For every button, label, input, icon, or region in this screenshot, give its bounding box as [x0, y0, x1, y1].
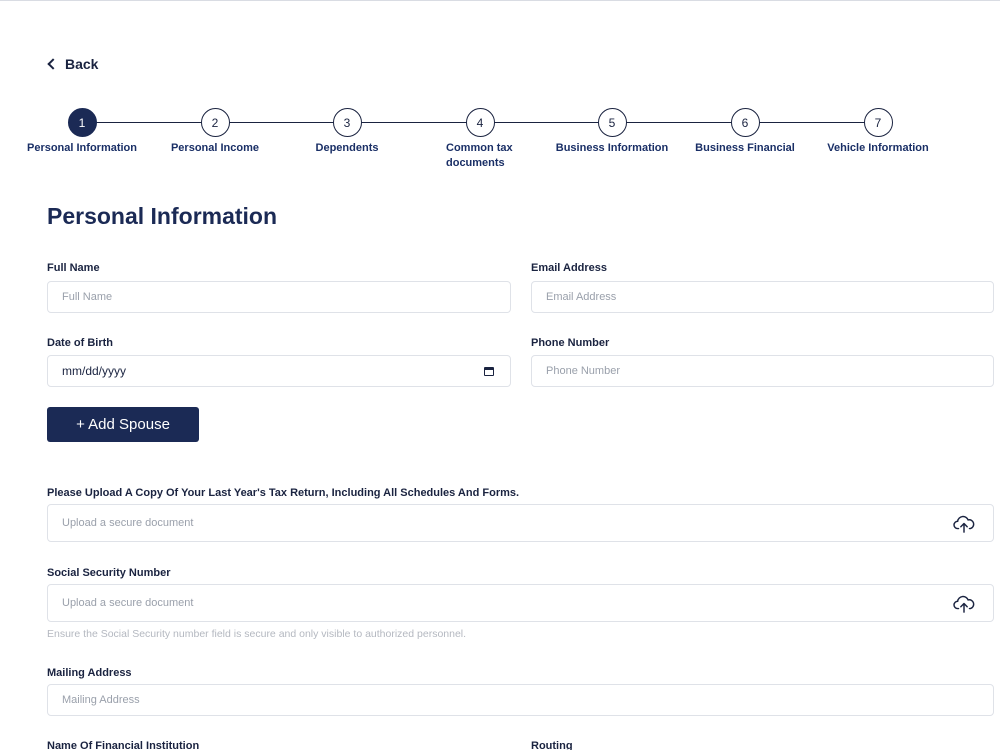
top-divider	[0, 0, 1000, 1]
dob-input[interactable]: mm/dd/yyyy	[47, 355, 511, 387]
routing-label: Routing	[531, 740, 573, 750]
calendar-icon[interactable]	[484, 367, 494, 376]
chevron-left-icon	[47, 58, 59, 70]
page-title: Personal Information	[47, 203, 278, 229]
financial-institution-label: Name Of Financial Institution	[47, 740, 200, 750]
step-label: Business Financial	[695, 142, 795, 154]
ssn-placeholder: Upload a secure document	[62, 597, 194, 609]
step-number: 4	[465, 108, 495, 137]
step-number: 2	[200, 108, 230, 137]
tax-return-upload[interactable]: Upload a secure document	[47, 504, 994, 542]
step-common-tax-documents[interactable]: 4 Common tax documents	[405, 108, 555, 171]
cloud-upload-icon[interactable]	[953, 514, 975, 534]
step-number: 5	[597, 108, 627, 137]
ssn-label: Social Security Number	[47, 567, 171, 579]
cloud-upload-icon[interactable]	[953, 594, 975, 614]
full-name-label: Full Name	[47, 262, 100, 274]
email-label: Email Address	[531, 262, 608, 274]
tax-return-label: Please Upload A Copy Of Your Last Year's…	[47, 487, 520, 499]
step-label: Dependents	[315, 142, 379, 154]
phone-label: Phone Number	[531, 337, 610, 349]
step-label: Common tax documents	[446, 142, 513, 169]
step-number: 6	[730, 108, 760, 137]
step-number: 3	[332, 108, 362, 137]
step-business-information[interactable]: 5 Business Information	[537, 108, 687, 156]
dob-value: mm/dd/yyyy	[62, 364, 127, 378]
add-spouse-button[interactable]: + Add Spouse	[47, 407, 199, 442]
step-label: Business Information	[555, 142, 669, 154]
tax-return-placeholder: Upload a secure document	[62, 517, 194, 529]
email-input[interactable]: Email Address	[531, 281, 994, 313]
mailing-address-label: Mailing Address	[47, 667, 132, 679]
step-personal-income[interactable]: 2 Personal Income	[140, 108, 290, 156]
ssn-hint: Ensure the Social Security number field …	[47, 628, 467, 640]
step-dependents[interactable]: 3 Dependents	[272, 108, 422, 156]
step-label: Vehicle Information	[827, 142, 929, 154]
mailing-address-input[interactable]: Mailing Address	[47, 684, 994, 716]
step-number: 7	[863, 108, 893, 137]
full-name-input[interactable]: Full Name	[47, 281, 511, 313]
phone-input[interactable]: Phone Number	[531, 355, 994, 387]
dob-label: Date of Birth	[47, 337, 113, 349]
back-label: Back	[65, 56, 99, 72]
progress-stepper: 1 Personal Information 2 Personal Income…	[0, 108, 1000, 178]
step-label: Personal Information	[26, 142, 138, 154]
step-vehicle-information[interactable]: 7 Vehicle Information	[803, 108, 953, 156]
step-business-financial[interactable]: 6 Business Financial	[670, 108, 820, 156]
ssn-upload[interactable]: Upload a secure document	[47, 584, 994, 622]
back-button[interactable]: Back	[47, 56, 98, 72]
step-personal-information[interactable]: 1 Personal Information	[7, 108, 157, 156]
step-label: Personal Income	[170, 142, 260, 154]
step-number: 1	[67, 108, 97, 137]
